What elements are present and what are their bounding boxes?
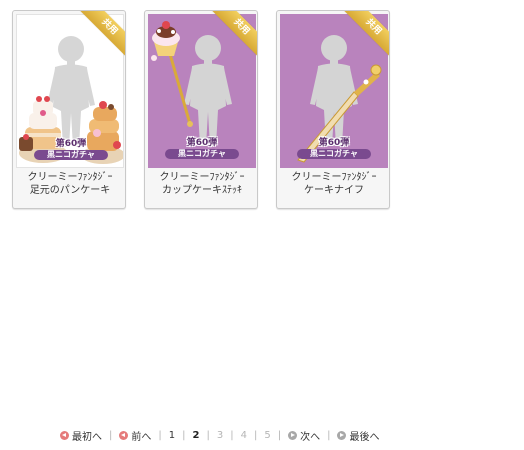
stamp-gacha-name: 黒ニコガチャ — [297, 149, 371, 159]
prev-page-label: 前へ — [131, 431, 152, 443]
first-page-label: 最初へ — [72, 431, 102, 443]
series-stamp: 第60弾 黒ニコガチャ — [280, 138, 388, 159]
item-caption-line2: 足元のパンケーキ — [29, 185, 111, 196]
pager-separator: | — [206, 429, 210, 441]
item-card-cupcake-stick[interactable]: 第60弾 黒ニコガチャ 共用 クリーミーﾌｧﾝﾀｼﾞｰ カップケーキｽﾃｯｷ — [144, 10, 258, 209]
next-page-label: 次へ — [300, 431, 321, 443]
item-caption-line2: ケーキナイフ — [304, 185, 364, 196]
pagination: 最初へ | 前へ | 1 | 2 | 3 | 4 | 5 | 次へ | 最後へ — [60, 427, 379, 443]
last-page-label: 最後へ — [349, 431, 380, 443]
page-link-5[interactable]: 5 — [264, 430, 270, 441]
item-caption: クリーミーﾌｧﾝﾀｼﾞｰ 足元のパンケーキ — [13, 171, 125, 197]
stamp-gacha-name: 黒ニコガチャ — [165, 149, 239, 159]
item-grid: 第60弾 黒ニコガチャ 共用 クリーミーﾌｧﾝﾀｼﾞｰ 足元のパンケーキ 第60… — [12, 10, 390, 209]
pager-separator: | — [158, 429, 162, 441]
page-link-3[interactable]: 3 — [217, 430, 223, 441]
stamp-series-number: 第60弾 — [55, 139, 87, 149]
pager-separator: | — [230, 429, 234, 441]
pager-separator: | — [253, 429, 258, 441]
series-stamp: 第60弾 黒ニコガチャ — [148, 138, 256, 159]
item-caption-line1: クリーミーﾌｧﾝﾀｼﾞｰ — [27, 172, 113, 183]
arrow-left-icon — [60, 430, 69, 440]
prev-page-link[interactable]: 前へ — [119, 428, 151, 443]
stamp-series-number: 第60弾 — [186, 138, 218, 148]
arrow-left-icon — [119, 430, 129, 440]
item-caption-line2: カップケーキｽﾃｯｷ — [162, 185, 242, 196]
first-page-link[interactable]: 最初へ — [60, 428, 102, 443]
next-page-link[interactable]: 次へ — [288, 428, 320, 443]
last-page-link[interactable]: 最後へ — [337, 428, 379, 443]
pager-separator: | — [327, 429, 331, 441]
series-stamp: 第60弾 黒ニコガチャ — [17, 139, 123, 160]
item-caption-line1: クリーミーﾌｧﾝﾀｼﾞｰ — [159, 172, 245, 183]
page-link-1[interactable]: 1 — [169, 430, 175, 441]
item-caption: クリーミーﾌｧﾝﾀｼﾞｰ カップケーキｽﾃｯｷ — [145, 171, 257, 197]
page-current-2: 2 — [192, 429, 200, 441]
item-caption: クリーミーﾌｧﾝﾀｼﾞｰ ケーキナイフ — [277, 171, 389, 197]
pager-separator: | — [277, 429, 282, 441]
pager-separator: | — [182, 429, 186, 441]
arrow-right-icon — [288, 430, 298, 440]
item-caption-line1: クリーミーﾌｧﾝﾀｼﾞｰ — [291, 172, 377, 183]
item-card-cake-knife[interactable]: 第60弾 黒ニコガチャ 共用 クリーミーﾌｧﾝﾀｼﾞｰ ケーキナイフ — [276, 10, 390, 209]
stamp-gacha-name: 黒ニコガチャ — [34, 150, 108, 160]
arrow-right-icon — [337, 430, 347, 440]
stamp-series-number: 第60弾 — [318, 138, 350, 148]
pager-separator: | — [109, 429, 113, 441]
page-link-4[interactable]: 4 — [241, 430, 247, 441]
item-card-pancake[interactable]: 第60弾 黒ニコガチャ 共用 クリーミーﾌｧﾝﾀｼﾞｰ 足元のパンケーキ — [12, 10, 126, 209]
